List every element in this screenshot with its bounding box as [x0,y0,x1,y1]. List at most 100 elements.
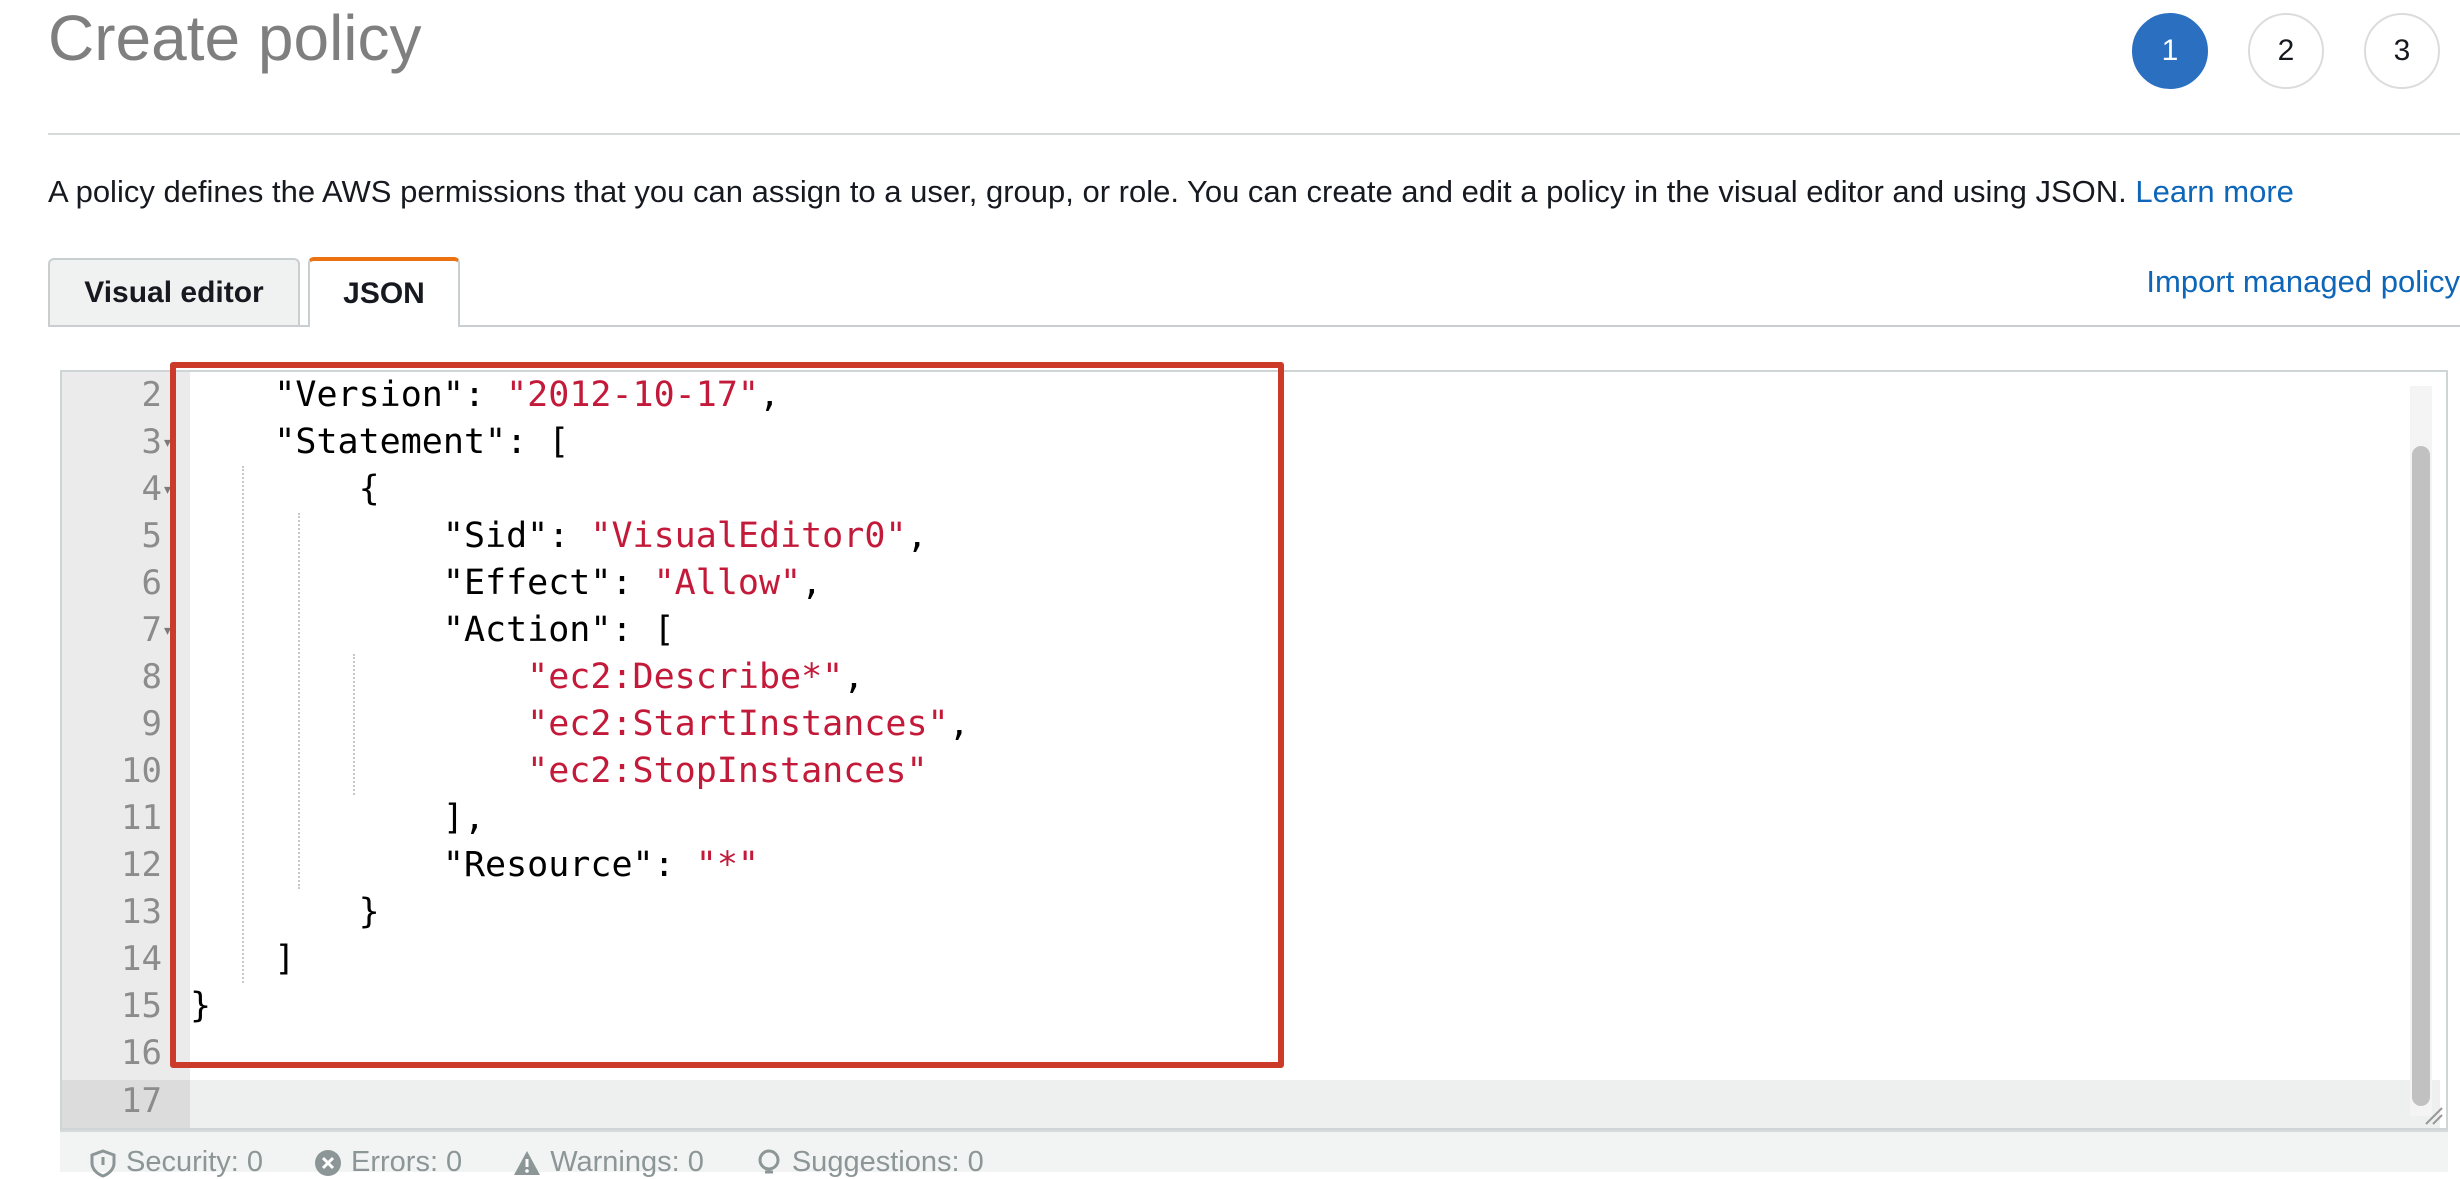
fold-arrow-icon[interactable]: ▾ [164,435,171,451]
code-line[interactable]: "Version": "2012-10-17", [190,372,780,419]
code-token-punct1: ] [274,939,296,979]
fold-arrow-icon[interactable]: ▾ [164,623,171,639]
code-line[interactable]: "ec2:StopInstances" [190,748,928,795]
tab-json[interactable]: JSON [308,257,460,327]
code-token-punct1: ], [442,798,486,838]
code-token-punct1: { [358,469,380,509]
line-number-gutter: 2 3 ▾ 4 ▾ 5 6 7 ▾ 8 9 10 11 12 13 14 15 16 17 [62,372,190,1128]
status-errors[interactable]: Errors: 0 [313,1146,462,1179]
page-title: Create policy [48,2,422,74]
code-line[interactable]: "ec2:StartInstances", [190,701,970,748]
code-line[interactable]: ], [190,795,485,842]
import-managed-policy-link[interactable]: Import managed policy [2146,264,2460,300]
status-warnings[interactable]: Warnings: 0 [512,1146,704,1179]
code-token-indent [190,469,359,509]
code-token-value: "*" [695,845,759,885]
code-token-key: "Version" [274,375,464,415]
code-token-key: "Action" [442,610,612,650]
code-token-punct1: : [611,563,654,603]
code-line[interactable]: "Resource": "*" [190,842,759,889]
code-token-punct1: : [463,375,507,415]
code-token-key: "Statement" [274,422,507,462]
step-2[interactable]: 2 [2248,13,2324,89]
error-circle-icon [315,1149,341,1176]
warning-triangle-icon [514,1150,541,1175]
code-line[interactable]: "Action": [ [190,607,675,654]
code-line[interactable]: "Statement": [ [190,419,569,466]
indent-guide [353,654,355,795]
code-token-punct2: , [906,516,928,556]
code-token-indent [190,610,443,650]
code-token-punct2: , [948,704,970,744]
code-token-punct2: , [801,563,823,603]
code-token-punct1: : [ [611,610,675,650]
policy-description: A policy defines the AWS permissions tha… [48,172,2294,212]
code-line[interactable]: } [190,983,211,1030]
json-editor[interactable]: 2 3 ▾ 4 ▾ 5 6 7 ▾ 8 9 10 11 12 13 14 15 16 17 "Version": "… [60,370,2448,1130]
line-number: 11 [121,798,162,838]
line-number: 13 [121,892,162,932]
line-number: 8 [141,657,162,697]
line-number: 5 [141,516,162,556]
code-token-indent [190,892,359,932]
status-suggestions[interactable]: Suggestions: 0 [754,1146,984,1179]
code-token-key: "Effect" [442,563,612,603]
line-number: 6 [141,563,162,603]
editor-scrollbar[interactable] [2410,386,2432,1116]
code-line[interactable]: } [190,889,380,936]
code-token-punct1: : [653,845,696,885]
editor-status-bar: Security: 0 Errors: 0 Warnings: 0 Sugges… [60,1130,2448,1178]
tab-visual-editor[interactable]: Visual editor [48,258,300,326]
code-token-value: "VisualEditor0" [590,516,907,556]
code-line[interactable]: "Sid": "VisualEditor0", [190,513,928,560]
suggestions-count: Suggestions: 0 [791,1146,984,1178]
line-number: 10 [121,751,162,791]
active-line-highlight [190,1080,2440,1128]
code-token-indent [190,939,274,979]
code-token-value: "ec2:StopInstances" [527,751,928,791]
code-token-punct1: : [ [506,422,570,462]
fold-arrow-icon[interactable]: ▾ [164,482,171,498]
status-security[interactable]: Security: 0 [88,1146,263,1179]
code-token-indent [190,798,443,838]
code-line[interactable]: "ec2:Describe*", [190,654,864,701]
code-token-value: "ec2:Describe*" [527,657,844,697]
indent-guide [298,513,300,889]
resize-grip-icon[interactable] [2422,1104,2444,1126]
code-token-punct1: } [358,892,380,932]
code-token-indent [190,422,274,462]
code-token-punct2: , [843,657,865,697]
step-3[interactable]: 3 [2364,13,2440,89]
code-token-indent [190,657,527,697]
line-number: 2 [141,375,162,415]
code-token-indent [190,516,443,556]
code-token-indent [190,375,274,415]
code-token-indent [190,563,443,603]
step-1[interactable]: 1 [2132,13,2208,89]
code-line[interactable]: { [190,466,380,513]
code-token-value: "2012-10-17" [506,375,759,415]
code-token-key: "Resource" [442,845,654,885]
header-divider [48,133,2460,135]
line-number: 3 [141,422,162,462]
scrollbar-thumb[interactable] [2412,446,2430,1106]
warnings-count: Warnings: 0 [550,1146,704,1178]
errors-count: Errors: 0 [351,1146,463,1178]
code-token-key: "Sid" [442,516,549,556]
lightbulb-icon [758,1149,780,1173]
code-token-punct2: , [758,375,781,415]
code-token-punct1: : [548,516,591,556]
line-number: 14 [121,939,162,979]
code-token-indent [190,751,527,791]
line-number: 4 [141,469,162,509]
code-line[interactable]: "Effect": "Allow", [190,560,822,607]
line-number: 15 [121,986,162,1026]
indent-guide [242,466,244,983]
line-number: 12 [121,845,162,885]
code-token-value: "ec2:StartInstances" [527,704,949,744]
code-token-indent [190,704,527,744]
learn-more-link[interactable]: Learn more [2135,174,2294,209]
security-count: Security: 0 [126,1146,263,1178]
code-token-punct1: } [190,986,212,1026]
code-token-value: "Allow" [653,563,802,603]
